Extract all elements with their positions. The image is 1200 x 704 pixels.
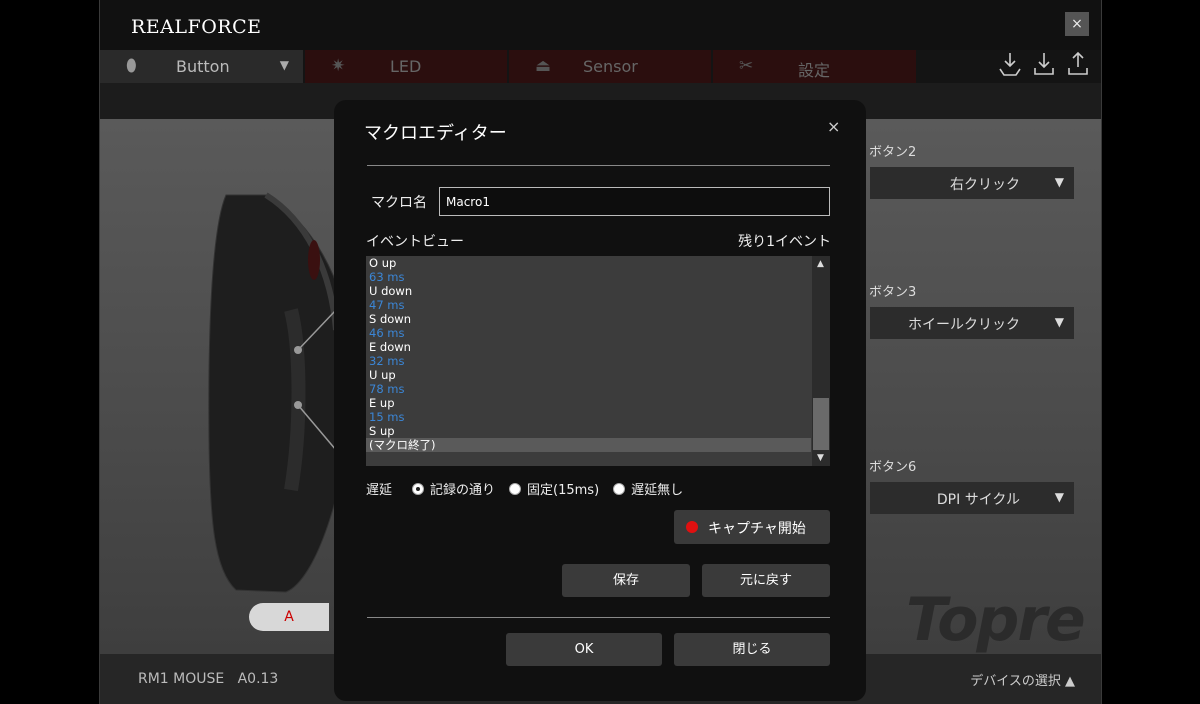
list-item[interactable]: 15 ms	[366, 410, 811, 424]
app-logo: REALFORCE	[131, 16, 262, 38]
tab-button[interactable]: ⬮ Button ▼	[100, 50, 303, 83]
list-item[interactable]: E up	[366, 396, 811, 410]
toolbar-icons	[997, 50, 1091, 78]
download-icon[interactable]	[1031, 50, 1057, 78]
main-tabs: ⬮ Button ▼ ✷ LED ⏏ Sensor ✂ 設定	[100, 50, 1101, 83]
import-icon[interactable]	[997, 50, 1023, 78]
list-item[interactable]: U up	[366, 368, 811, 382]
tab-button-label: Button	[176, 57, 230, 76]
upload-icon[interactable]	[1065, 50, 1091, 78]
tab-sensor-label: Sensor	[583, 57, 638, 76]
button-3-value: ホイールクリック	[908, 317, 1020, 333]
button-2-label: ボタン2	[869, 145, 917, 160]
button-2-value: 右クリック	[950, 177, 1020, 193]
list-item-selected[interactable]: (マクロ終了)	[366, 438, 811, 452]
event-list[interactable]: O up 63 ms U down 47 ms S down 46 ms E d…	[366, 256, 830, 466]
macro-editor-dialog: マクロエディター × マクロ名 イベントビュー 残り1イベント O up 63 …	[334, 100, 866, 701]
save-button[interactable]: 保存	[562, 564, 690, 597]
macro-name-input[interactable]	[439, 187, 830, 216]
app-close-button[interactable]: ×	[1065, 12, 1089, 36]
list-item[interactable]: 47 ms	[366, 298, 811, 312]
scroll-up-icon[interactable]: ▲	[817, 259, 824, 269]
list-item[interactable]: O up	[366, 256, 811, 270]
list-item[interactable]: S up	[366, 424, 811, 438]
radio-label: 遅延無し	[631, 483, 684, 498]
button-6-value: DPI サイクル	[936, 492, 1020, 508]
chevron-down-icon: ▼	[1054, 490, 1064, 504]
button-6-select[interactable]: DPI サイクル ▼	[870, 482, 1074, 514]
chevron-down-icon: ▼	[1054, 315, 1064, 329]
macro-name-label: マクロ名	[371, 195, 427, 211]
delay-label: 遅延	[366, 483, 393, 498]
tab-led[interactable]: ✷ LED	[305, 50, 507, 83]
revert-button[interactable]: 元に戻す	[702, 564, 830, 597]
start-capture-button[interactable]: キャプチャ開始	[674, 510, 830, 544]
radio-selected-icon[interactable]	[412, 482, 425, 495]
dialog-close-button[interactable]: ×	[827, 117, 840, 136]
list-item[interactable]: E down	[366, 340, 811, 354]
button-3-select[interactable]: ホイールクリック ▼	[870, 307, 1074, 339]
delay-options: 遅延 記録の通り 固定(15ms) 遅延無し	[366, 479, 697, 498]
list-item[interactable]: 46 ms	[366, 326, 811, 340]
button-assignment-panel: ボタン2 右クリック ▼ ボタン3 ホイールクリック ▼ ボタン6 DPI サイ…	[865, 119, 1101, 654]
sensor-icon: ⏏	[535, 56, 552, 76]
radio-icon[interactable]	[509, 482, 522, 495]
mouse-icon: ⬮	[126, 56, 137, 76]
dialog-title: マクロエディター	[364, 123, 507, 144]
button-3-label: ボタン3	[869, 285, 917, 300]
button-2-select[interactable]: 右クリック ▼	[870, 167, 1074, 199]
radio-icon[interactable]	[613, 482, 626, 495]
scroll-down-icon[interactable]: ▼	[817, 453, 824, 463]
radio-label: 記録の通り	[430, 483, 496, 498]
list-item[interactable]: S down	[366, 312, 811, 326]
profile-pill-a[interactable]: A	[249, 603, 329, 631]
remaining-events: 残り1イベント	[738, 234, 831, 250]
title-bar: REALFORCE ×	[100, 0, 1101, 50]
event-view-label: イベントビュー	[366, 234, 464, 250]
sun-icon: ✷	[331, 56, 346, 76]
record-icon	[686, 521, 698, 533]
delay-as-recorded-radio[interactable]: 記録の通り	[412, 479, 495, 498]
topre-watermark: Topre	[906, 585, 1086, 655]
close-button[interactable]: 閉じる	[674, 633, 830, 666]
button-6-label: ボタン6	[869, 460, 917, 475]
device-name: RM1 MOUSE A0.13	[138, 671, 279, 687]
divider	[367, 617, 830, 618]
divider	[367, 165, 830, 166]
tab-settings[interactable]: ✂ 設定	[713, 50, 916, 83]
list-item[interactable]: 32 ms	[366, 354, 811, 368]
delay-none-radio[interactable]: 遅延無し	[613, 479, 683, 498]
device-select-button[interactable]: デバイスの選択 ▲	[970, 670, 1075, 689]
tab-sensor[interactable]: ⏏ Sensor	[509, 50, 711, 83]
scrollbar-thumb[interactable]	[813, 398, 829, 450]
chevron-down-icon: ▼	[1054, 175, 1064, 189]
tab-settings-label: 設定	[798, 61, 831, 80]
list-item[interactable]: 78 ms	[366, 382, 811, 396]
chevron-down-icon[interactable]: ▼	[280, 58, 289, 72]
start-capture-label: キャプチャ開始	[708, 521, 806, 537]
delay-fixed-radio[interactable]: 固定(15ms)	[509, 479, 599, 498]
tools-icon: ✂	[739, 56, 754, 76]
list-item[interactable]: 63 ms	[366, 270, 811, 284]
ok-button[interactable]: OK	[506, 633, 662, 666]
tab-led-label: LED	[390, 57, 422, 76]
radio-label: 固定(15ms)	[527, 483, 600, 498]
event-list-scrollbar[interactable]: ▲ ▼	[812, 256, 830, 466]
list-item[interactable]: U down	[366, 284, 811, 298]
